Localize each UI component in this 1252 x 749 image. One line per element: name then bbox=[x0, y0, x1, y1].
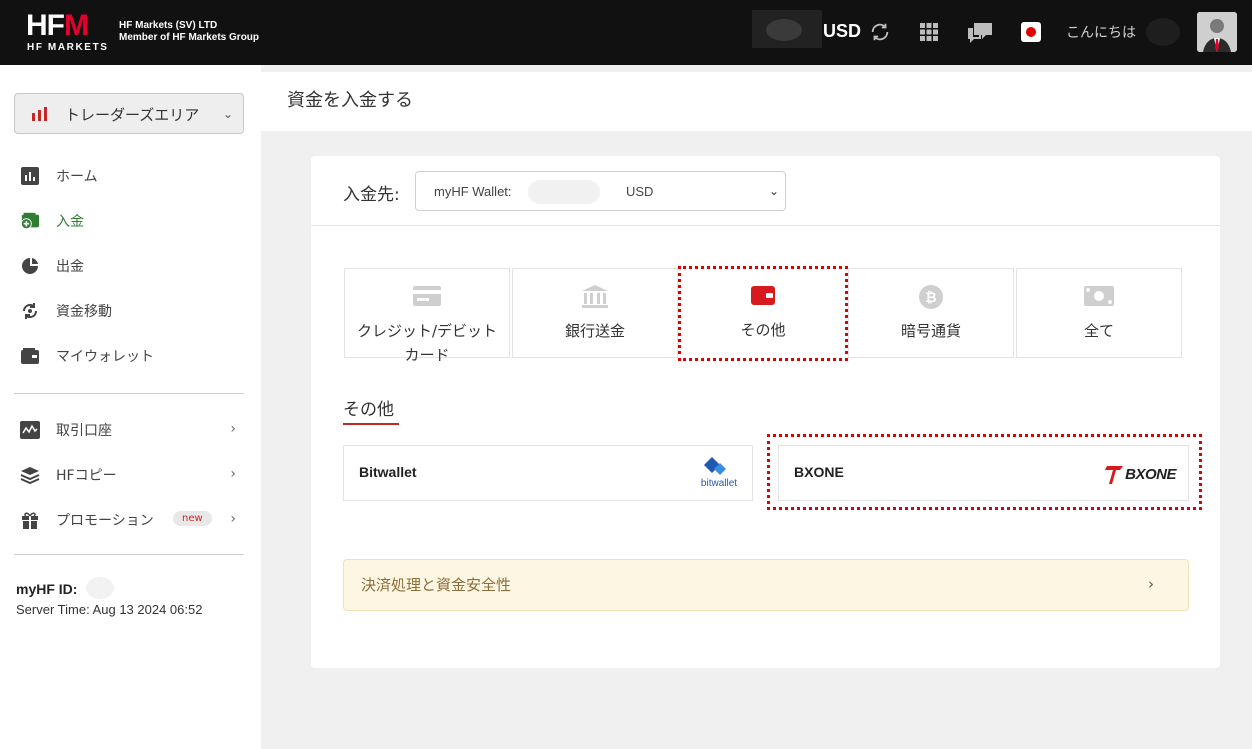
method-tab-bank-transfer[interactable]: 銀行送金 bbox=[512, 268, 678, 358]
method-tab-other[interactable]: その他 bbox=[680, 268, 846, 358]
sidebar-item-promotion[interactable]: プロモーション new › bbox=[20, 508, 242, 532]
hidden-wallet-id bbox=[528, 180, 600, 204]
wallet-icon bbox=[20, 346, 40, 366]
chevron-down-icon: ⌄ bbox=[768, 184, 779, 198]
logo-subtitle: HF MARKETS bbox=[27, 42, 109, 53]
japan-flag-icon[interactable] bbox=[1019, 20, 1043, 44]
new-badge: new bbox=[173, 511, 212, 526]
sidebar-divider bbox=[14, 393, 244, 394]
credit-card-icon bbox=[345, 285, 509, 307]
sidebar-divider bbox=[14, 554, 244, 555]
chevron-right-icon: › bbox=[230, 421, 236, 437]
account-chart-icon bbox=[20, 420, 40, 440]
chart-icon bbox=[20, 166, 40, 186]
sidebar-item-home[interactable]: ホーム bbox=[20, 164, 242, 188]
bar-chart-icon bbox=[32, 107, 47, 121]
chevron-right-icon: › bbox=[230, 466, 236, 482]
user-avatar[interactable] bbox=[1197, 12, 1237, 52]
section-underline bbox=[343, 423, 399, 425]
deposit-card: 入金先: myHF Wallet: USD ⌄ クレジット/デビットカード 銀行… bbox=[311, 156, 1220, 668]
sidebar: トレーダーズエリア ⌄ ホーム 入金 出金 資金移動 マイウォレット 取引口座 … bbox=[0, 65, 261, 749]
page-header: 資金を入金する bbox=[261, 72, 1252, 131]
hfm-logo[interactable]: HFM HF MARKETS bbox=[26, 11, 110, 54]
destination-wallet-select[interactable]: myHF Wallet: USD ⌄ bbox=[415, 171, 786, 211]
deposit-wallet-icon bbox=[20, 211, 40, 231]
currency-label: USD bbox=[823, 21, 862, 41]
layers-icon bbox=[20, 465, 40, 485]
sidebar-item-trading-accounts[interactable]: 取引口座 › bbox=[20, 418, 242, 442]
sidebar-item-withdraw[interactable]: 出金 bbox=[20, 254, 242, 278]
top-header: HFM HF MARKETS HF Markets (SV) LTD Membe… bbox=[0, 0, 1252, 65]
page-title: 資金を入金する bbox=[287, 90, 413, 111]
hidden-balance bbox=[752, 10, 822, 48]
sidebar-item-hf-copy[interactable]: HFコピー › bbox=[20, 463, 242, 487]
provider-bitwallet[interactable]: Bitwallet bitwallet bbox=[343, 445, 753, 501]
svg-text:₿: ₿ bbox=[925, 290, 936, 306]
company-info: HF Markets (SV) LTD Member of HF Markets… bbox=[119, 20, 260, 43]
method-tab-all[interactable]: 全て bbox=[1016, 268, 1182, 358]
chevron-right-icon: › bbox=[230, 511, 236, 527]
bank-icon bbox=[513, 285, 677, 309]
gift-icon bbox=[20, 510, 40, 530]
card-divider bbox=[311, 225, 1220, 226]
wallet-icon bbox=[680, 284, 846, 306]
method-tab-credit-card[interactable]: クレジット/デビットカード bbox=[344, 268, 510, 364]
destination-label: 入金先: bbox=[343, 185, 400, 205]
traders-area-select[interactable]: トレーダーズエリア ⌄ bbox=[14, 93, 244, 134]
refresh-icon[interactable] bbox=[868, 20, 892, 44]
hidden-username bbox=[1146, 18, 1180, 46]
chat-icon[interactable] bbox=[966, 20, 994, 44]
bxone-logo: BXONE bbox=[1105, 461, 1176, 487]
chevron-right-icon: › bbox=[1148, 575, 1154, 593]
method-tab-crypto[interactable]: ₿ 暗号通貨 bbox=[848, 268, 1014, 358]
sidebar-item-transfer[interactable]: 資金移動 bbox=[20, 299, 242, 323]
withdraw-icon bbox=[20, 256, 40, 276]
cash-icon bbox=[1017, 285, 1181, 307]
transfer-icon bbox=[20, 301, 40, 321]
server-time: Server Time: Aug 13 2024 06:52 bbox=[16, 602, 203, 617]
chevron-down-icon: ⌄ bbox=[222, 107, 233, 121]
hidden-id-value bbox=[86, 577, 114, 599]
provider-bxone[interactable]: BXONE BXONE bbox=[778, 445, 1189, 501]
apps-grid-icon[interactable] bbox=[917, 20, 941, 44]
sidebar-item-my-wallet[interactable]: マイウォレット bbox=[20, 344, 242, 368]
sidebar-item-deposit[interactable]: 入金 bbox=[20, 209, 242, 233]
bitcoin-icon: ₿ bbox=[849, 285, 1013, 309]
payment-security-notice[interactable]: 決済処理と資金安全性 › bbox=[343, 559, 1189, 611]
section-title: その他 bbox=[343, 400, 394, 420]
greeting-text: こんにちは bbox=[1066, 25, 1136, 41]
myhf-id-label: myHF ID: bbox=[16, 581, 78, 597]
bitwallet-logo: bitwallet bbox=[696, 455, 742, 493]
